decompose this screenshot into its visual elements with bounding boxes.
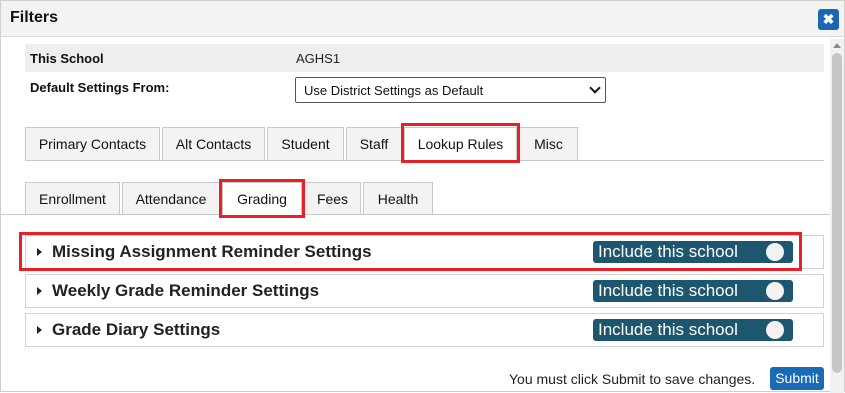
toggle-label: Include this school [598, 320, 738, 339]
tab-misc[interactable]: Misc [519, 127, 578, 161]
tab-attendance[interactable]: Attendance [122, 182, 220, 215]
tab-primary-contacts[interactable]: Primary Contacts [25, 127, 160, 161]
default-settings-value: Use District Settings as Default [304, 83, 484, 98]
section-title: Grade Diary Settings [52, 320, 221, 339]
caret-right-icon[interactable] [37, 287, 42, 295]
section-missing-assignment[interactable]: Missing Assignment Reminder Settings Inc… [25, 235, 824, 269]
this-school-label: This School [30, 51, 104, 66]
close-icon: ✖ [822, 11, 835, 27]
include-school-toggle[interactable]: Include this school [593, 241, 793, 263]
tab-grading[interactable]: Grading [222, 182, 302, 215]
filters-dialog: Filters ✖ This School AGHS1 Default Sett… [0, 0, 845, 393]
tab-enrollment[interactable]: Enrollment [25, 182, 120, 215]
toggle-knob [766, 243, 784, 261]
scroll-thumb[interactable] [832, 53, 842, 373]
dialog-title: Filters [10, 9, 59, 26]
scrollbar[interactable] [830, 39, 844, 393]
caret-right-icon[interactable] [37, 326, 42, 334]
include-school-toggle[interactable]: Include this school [593, 280, 793, 302]
this-school-row: This School AGHS1 [25, 44, 824, 72]
section-title: Weekly Grade Reminder Settings [52, 281, 320, 300]
this-school-value: AGHS1 [296, 51, 341, 66]
chevron-down-icon [589, 82, 601, 94]
default-settings-label: Default Settings From: [30, 80, 170, 95]
toggle-label: Include this school [598, 281, 738, 300]
tab-staff[interactable]: Staff [346, 127, 402, 161]
tab-lookup-rules[interactable]: Lookup Rules [404, 127, 517, 161]
section-weekly-grade[interactable]: Weekly Grade Reminder Settings Include t… [25, 274, 824, 308]
caret-right-icon[interactable] [37, 248, 42, 256]
scroll-up-icon[interactable] [833, 43, 841, 48]
submit-button[interactable]: Submit [770, 367, 824, 390]
default-settings-row: Default Settings From: Use District Sett… [25, 73, 824, 103]
toggle-label: Include this school [598, 242, 738, 261]
close-button[interactable]: ✖ [818, 9, 839, 30]
include-school-toggle[interactable]: Include this school [593, 319, 793, 341]
tab-health[interactable]: Health [363, 182, 433, 215]
section-title: Missing Assignment Reminder Settings [52, 242, 372, 261]
tab-alt-contacts[interactable]: Alt Contacts [162, 127, 265, 161]
default-settings-select[interactable]: Use District Settings as Default [295, 77, 606, 103]
toggle-knob [766, 321, 784, 339]
section-grade-diary[interactable]: Grade Diary Settings Include this school [25, 313, 824, 347]
tab-fees[interactable]: Fees [304, 182, 361, 215]
dialog-titlebar: Filters ✖ [1, 1, 844, 37]
save-reminder-text: You must click Submit to save changes. [509, 371, 756, 387]
tab-student[interactable]: Student [267, 127, 344, 161]
toggle-knob [766, 282, 784, 300]
